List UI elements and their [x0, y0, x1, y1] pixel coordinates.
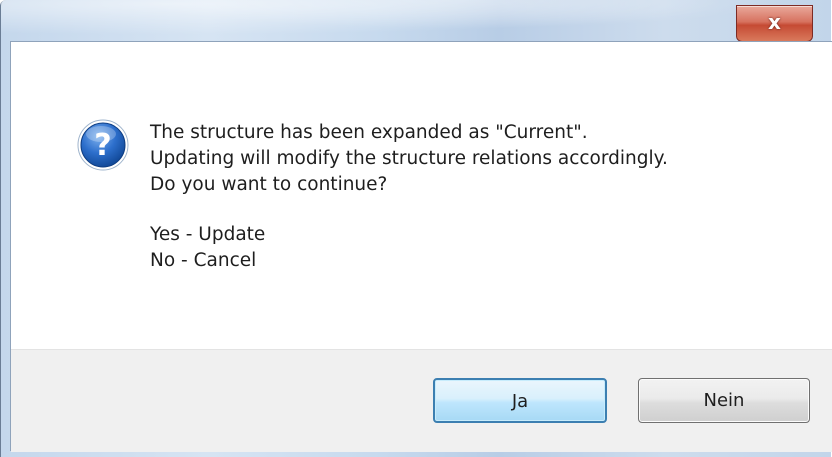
yes-button[interactable]: Ja: [433, 378, 607, 423]
message-area: ? The structure has been expanded as "Cu…: [11, 42, 832, 349]
close-x-icon: x: [768, 10, 781, 34]
message-text: The structure has been expanded as "Curr…: [150, 120, 668, 274]
close-button[interactable]: x: [736, 5, 813, 42]
message-dialog: x ? The structure has been expanded as "…: [0, 0, 832, 457]
option-no-text: No - Cancel: [150, 250, 257, 271]
message-line: Updating will modify the structure relat…: [150, 148, 668, 169]
dialog-client-area: ? The structure has been expanded as "Cu…: [10, 41, 832, 452]
question-icon: ?: [77, 119, 129, 171]
message-line: Do you want to continue?: [150, 174, 388, 195]
option-yes-text: Yes - Update: [150, 224, 266, 245]
message-line: The structure has been expanded as "Curr…: [150, 122, 588, 143]
svg-text:?: ?: [94, 128, 111, 163]
button-bar: Ja Nein: [11, 349, 832, 452]
no-button[interactable]: Nein: [638, 378, 810, 423]
